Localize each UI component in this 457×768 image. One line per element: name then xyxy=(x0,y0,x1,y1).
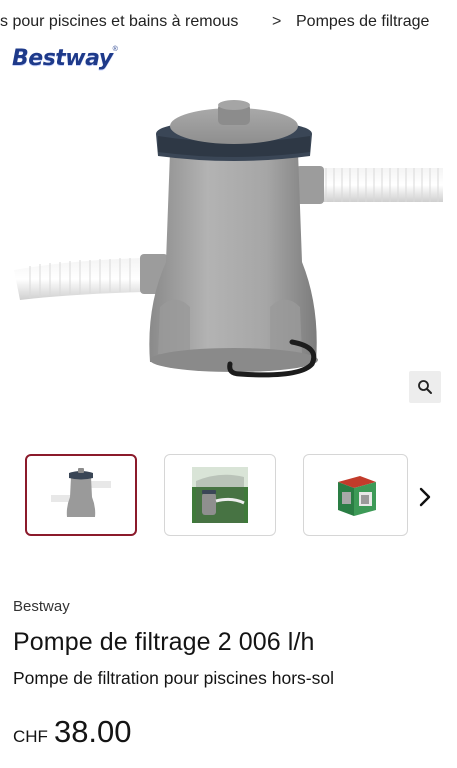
thumbnail-2[interactable] xyxy=(164,454,276,536)
pump-body xyxy=(149,152,318,372)
search-icon xyxy=(418,380,432,394)
left-hose xyxy=(14,254,168,300)
filter-pump-photo xyxy=(14,100,443,378)
pump-lid xyxy=(156,100,312,161)
filter-pump-thumbnail xyxy=(51,468,111,517)
breadcrumb-item-filter-pumps[interactable]: Pompes de filtrage xyxy=(296,13,429,31)
product-vendor[interactable]: Bestway xyxy=(13,598,70,615)
breadcrumb-item-pool-category[interactable]: s pour piscines et bains à remous xyxy=(0,13,238,31)
brand-logo-text: Bestway xyxy=(12,46,113,71)
product-price: CHF 38.00 xyxy=(13,714,132,750)
zoom-button[interactable] xyxy=(409,371,441,403)
product-subtitle: Pompe de filtration pour piscines hors-s… xyxy=(13,668,334,688)
thumbnail-strip xyxy=(0,452,457,542)
main-product-image[interactable] xyxy=(0,92,457,412)
right-hose xyxy=(296,166,443,204)
product-box-thumbnail xyxy=(337,476,376,516)
product-title: Pompe de filtrage 2 006 l/h xyxy=(13,628,315,656)
breadcrumb: s pour piscines et bains à remous > Pomp… xyxy=(0,10,457,36)
price-currency: CHF xyxy=(13,727,48,746)
thumbnail-1[interactable] xyxy=(25,454,137,536)
next-thumbnail-button[interactable] xyxy=(412,482,438,512)
thumbnail-3[interactable] xyxy=(303,454,408,536)
chevron-right-icon xyxy=(419,487,431,507)
brand-logo[interactable]: Bestway® xyxy=(12,46,118,74)
price-amount: 38.00 xyxy=(53,714,132,749)
pool-installation-thumbnail xyxy=(192,467,248,523)
breadcrumb-separator: > xyxy=(272,13,282,30)
registered-mark: ® xyxy=(112,46,118,53)
